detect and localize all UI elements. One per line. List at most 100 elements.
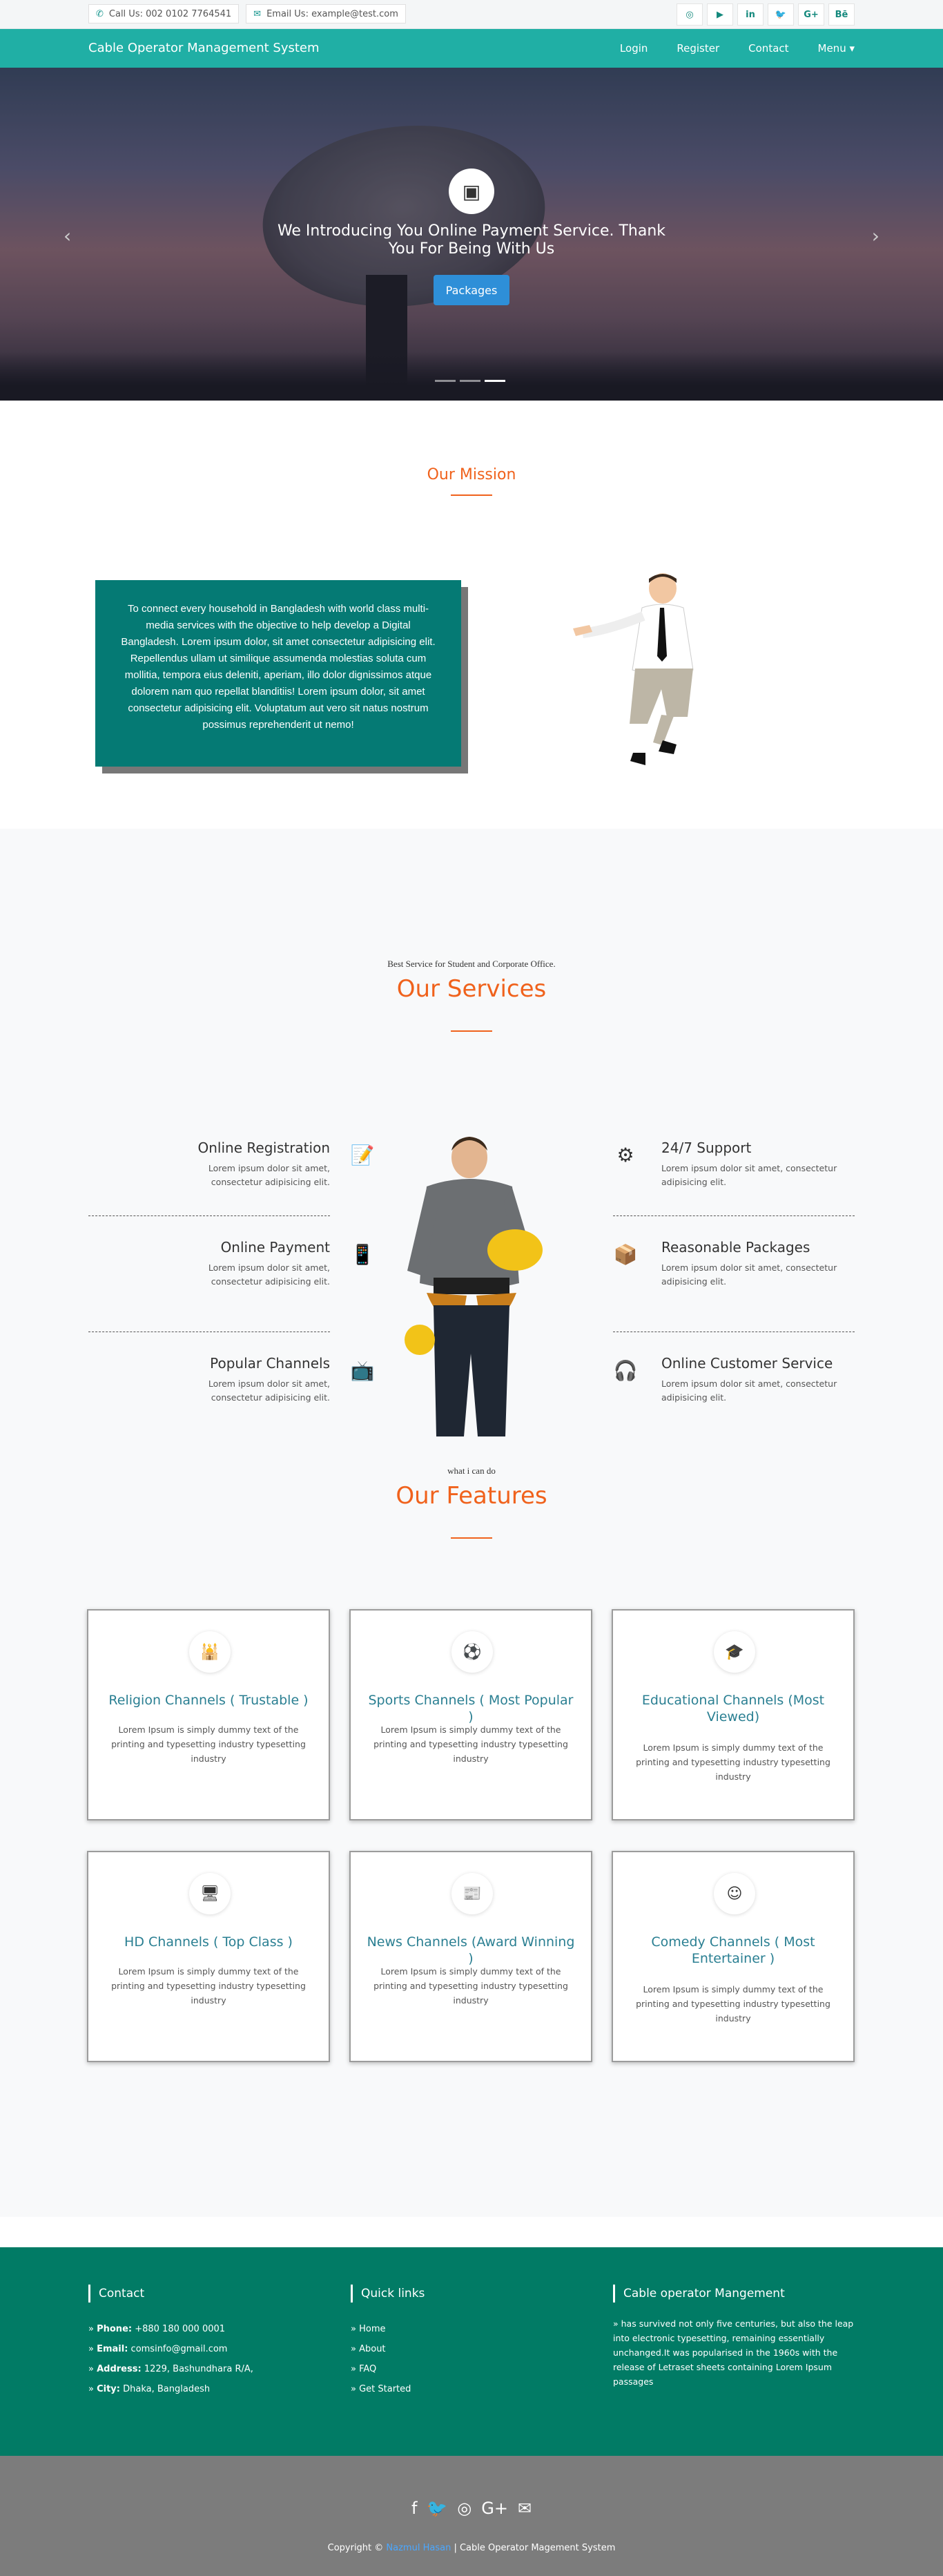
features-title: Our Features <box>396 1482 547 1510</box>
hero-carousel: ▣ We Introducing You Online Payment Serv… <box>0 68 943 401</box>
service-title: Online Customer Service <box>661 1355 833 1372</box>
education-icon: 🎓 <box>714 1631 755 1673</box>
service-desc: Lorem ipsum dolor sit amet, consectetur … <box>661 1378 837 1403</box>
nav-login[interactable]: Login <box>620 42 648 55</box>
bottom-social-icons: f 🐦 ◎ G+ ✉ <box>0 2499 943 2518</box>
service-desc: Lorem ipsum dolor sit amet, consectetur … <box>208 1163 330 1187</box>
service-title: 24/7 Support <box>661 1140 752 1156</box>
footer-heading: Cable operator Mangement <box>613 2285 855 2303</box>
feature-desc: Lorem Ipsum is simply dummy text of the … <box>111 1966 306 2006</box>
google-plus-icon[interactable]: G+ <box>798 3 824 26</box>
carousel-next-icon[interactable]: › <box>872 224 879 247</box>
twitter-icon[interactable]: 🐦 <box>427 2499 447 2518</box>
service-online-registration[interactable]: Online Registration Lorem ipsum dolor si… <box>88 1140 375 1189</box>
feature-desc: Lorem Ipsum is simply dummy text of the … <box>373 1966 568 2006</box>
feature-card-religion[interactable]: 🕌 Religion Channels ( Trustable ) Lorem … <box>87 1609 330 1820</box>
footer-heading: Contact <box>88 2285 323 2303</box>
feature-card-news[interactable]: 📰 News Channels (Award Winning ) Lorem I… <box>349 1851 592 2062</box>
navbar: Cable Operator Management System Login R… <box>0 29 943 68</box>
carousel-indicators <box>435 380 505 382</box>
phone-chip[interactable]: ✆ Call Us: 002 0102 7764541 <box>88 4 240 23</box>
footer-link-get-started[interactable]: » Get Started <box>351 2379 585 2399</box>
services-title: Our Services <box>396 975 547 1003</box>
instagram-icon[interactable]: ◎ <box>457 2499 471 2518</box>
feature-card-comedy[interactable]: ☺ Comedy Channels ( Most Entertainer ) L… <box>612 1851 855 2062</box>
footer-email[interactable]: » Email: comsinfo@gmail.com <box>88 2339 323 2359</box>
feature-desc: Lorem Ipsum is simply dummy text of the … <box>373 1724 568 1764</box>
mission-section: Our Mission To connect every household i… <box>0 401 943 829</box>
title-underline <box>451 1030 492 1032</box>
football-icon: ⚽ <box>451 1631 493 1673</box>
payment-icon: ▣ <box>449 169 494 214</box>
nav-contact[interactable]: Contact <box>748 42 788 55</box>
service-divider <box>88 1215 330 1216</box>
facebook-icon[interactable]: f <box>411 2499 417 2518</box>
features-section: what i can do Our Features 🕌 Religion Ch… <box>0 1436 943 2217</box>
instagram-icon[interactable]: ◎ <box>677 3 703 26</box>
envelope-icon: ✉ <box>253 8 262 19</box>
carousel-dot[interactable] <box>460 380 480 382</box>
feature-card-hd[interactable]: 🖥 HD Channels ( Top Class ) Lorem Ipsum … <box>87 1851 330 2062</box>
carousel-prev-icon[interactable]: ‹ <box>64 224 71 247</box>
service-title: Reasonable Packages <box>661 1239 810 1256</box>
nav-menu-dropdown[interactable]: Menu ▾ <box>818 42 855 55</box>
service-online-payment[interactable]: Online Payment Lorem ipsum dolor sit ame… <box>88 1239 375 1289</box>
feature-title: Sports Channels ( Most Popular ) <box>368 1693 574 1724</box>
title-underline <box>451 1537 492 1539</box>
feature-title: Educational Channels (Most Viewed) <box>641 1693 825 1724</box>
footer-link-faq[interactable]: » FAQ <box>351 2359 585 2379</box>
service-online-customer-service[interactable]: 🎧 Online Customer Service Lorem ipsum do… <box>614 1355 903 1405</box>
feature-title: Religion Channels ( Trustable ) <box>108 1693 309 1708</box>
tv-icon: 📺 <box>350 1358 375 1382</box>
feature-title: News Channels (Award Winning ) <box>367 1934 575 1966</box>
nav-links: Login Register Contact Menu ▾ <box>620 42 855 55</box>
payment-icon: 📱 <box>350 1242 375 1266</box>
feature-card-educational[interactable]: 🎓 Educational Channels (Most Viewed) Lor… <box>612 1609 855 1820</box>
footer-contact: Contact » Phone: +880 180 000 0001 » Ema… <box>88 2285 323 2399</box>
contact-info: ✆ Call Us: 002 0102 7764541 ✉ Email Us: … <box>88 4 406 23</box>
carousel-dot-active[interactable] <box>485 380 505 382</box>
title-underline <box>451 494 492 496</box>
footer-link-about[interactable]: » About <box>351 2339 585 2359</box>
package-icon: 📦 <box>613 1242 638 1266</box>
twitter-icon[interactable]: 🐦 <box>768 3 794 26</box>
service-reasonable-packages[interactable]: 📦 Reasonable Packages Lorem ipsum dolor … <box>614 1239 903 1289</box>
footer-link-home[interactable]: » Home <box>351 2319 585 2339</box>
service-divider <box>613 1215 855 1216</box>
google-plus-icon[interactable]: G+ <box>481 2499 508 2518</box>
service-desc: Lorem ipsum dolor sit amet, consectetur … <box>661 1262 837 1287</box>
feature-desc: Lorem Ipsum is simply dummy text of the … <box>636 1742 830 1782</box>
feature-desc: Lorem Ipsum is simply dummy text of the … <box>636 1984 830 2024</box>
mail-icon[interactable]: ✉ <box>518 2499 532 2518</box>
registration-icon: 📝 <box>350 1143 375 1166</box>
mosque-icon: 🕌 <box>189 1631 231 1673</box>
brand-title[interactable]: Cable Operator Management System <box>88 41 320 55</box>
newspaper-icon: 📰 <box>451 1873 493 1914</box>
features-kicker: what i can do <box>447 1465 496 1476</box>
phone-icon: ✆ <box>96 8 104 19</box>
top-bar: ✆ Call Us: 002 0102 7764541 ✉ Email Us: … <box>0 0 943 29</box>
behance-icon[interactable]: Bē <box>828 3 855 26</box>
linkedin-icon[interactable]: in <box>737 3 764 26</box>
service-24-7-support[interactable]: ⚙ 24/7 Support Lorem ipsum dolor sit ame… <box>616 1140 903 1189</box>
hero-headline: We Introducing You Online Payment Servic… <box>277 222 666 258</box>
footer: Contact » Phone: +880 180 000 0001 » Ema… <box>0 2247 943 2456</box>
monitor-icon: 🖥 <box>189 1873 231 1914</box>
smile-icon: ☺ <box>714 1873 755 1914</box>
feature-title: HD Channels ( Top Class ) <box>124 1934 293 1950</box>
service-title: Online Payment <box>220 1239 330 1256</box>
feature-title: Comedy Channels ( Most Entertainer ) <box>651 1934 815 1966</box>
email-chip[interactable]: ✉ Email Us: example@test.com <box>246 4 406 23</box>
youtube-icon[interactable]: ▶ <box>707 3 733 26</box>
footer-phone: » Phone: +880 180 000 0001 <box>88 2324 226 2334</box>
packages-button[interactable]: Packages <box>434 275 509 305</box>
service-desc: Lorem ipsum dolor sit amet, consectetur … <box>208 1378 330 1403</box>
service-popular-channels[interactable]: Popular Channels Lorem ipsum dolor sit a… <box>88 1355 375 1405</box>
carousel-dot[interactable] <box>435 380 456 382</box>
nav-register[interactable]: Register <box>677 42 719 55</box>
footer-about: Cable operator Mangement » has survived … <box>613 2285 855 2389</box>
feature-card-sports[interactable]: ⚽ Sports Channels ( Most Popular ) Lorem… <box>349 1609 592 1820</box>
footer-heading: Quick links <box>351 2285 585 2303</box>
footer-about-text: » has survived not only five centuries, … <box>613 2318 854 2387</box>
author-link[interactable]: Nazmul Hasan <box>386 2543 451 2553</box>
